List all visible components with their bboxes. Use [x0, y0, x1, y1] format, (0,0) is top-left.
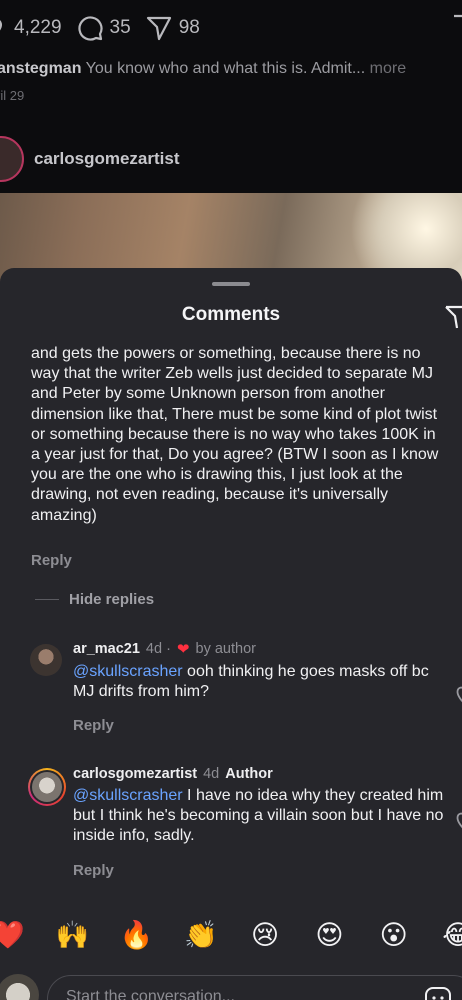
- reply-time: 4d: [203, 766, 220, 782]
- fire-emoji-button[interactable]: 🔥: [117, 916, 157, 956]
- comment-count: 35: [109, 17, 131, 38]
- reply-body: ar_mac21 4d · ❤ by author @skullscrasher…: [73, 640, 453, 735]
- reply-item: carlosgomezartist 4d Author @skullscrash…: [28, 766, 462, 886]
- comment-text: and gets the powers or something, becaus…: [31, 345, 439, 524]
- sticker-icon[interactable]: [424, 986, 452, 1000]
- avatar[interactable]: [30, 644, 62, 676]
- surprised-face-emoji-button[interactable]: 😮: [374, 916, 414, 956]
- reply-text: @skullscrasher I have no idea why they c…: [73, 786, 453, 847]
- reply-header: ar_mac21 4d · ❤ by author: [73, 640, 453, 658]
- reply-username[interactable]: carlosgomezartist: [73, 766, 197, 782]
- avatar[interactable]: [0, 136, 24, 182]
- comment-stat[interactable]: 35: [76, 14, 131, 42]
- emoji-reaction-bar: ❤️ 🙌 🔥 👏 😢 😍 😮 😂: [0, 916, 462, 956]
- sheet-title: Comments: [181, 304, 281, 325]
- reply-text: @skullscrasher ooh thinking he goes mask…: [73, 662, 453, 702]
- laughing-emoji-button[interactable]: 😂: [438, 916, 462, 956]
- next-post-username[interactable]: carlosgomezartist: [34, 149, 180, 169]
- post-stats: 4,229 35 98: [0, 14, 200, 42]
- post-caption: anstegman You know who and what this is.…: [0, 60, 462, 78]
- heart-outline-icon[interactable]: [453, 812, 462, 830]
- reply-time: 4d ·: [145, 641, 171, 657]
- caption-username[interactable]: anstegman: [0, 60, 81, 77]
- send-icon[interactable]: [444, 302, 462, 330]
- raising-hands-emoji-button[interactable]: 🙌: [52, 916, 92, 956]
- comment-input-box[interactable]: [47, 975, 462, 1000]
- avatar-inner: [30, 770, 64, 804]
- mention-link[interactable]: @skullscrasher: [73, 787, 183, 804]
- mention-link[interactable]: @skullscrasher: [73, 663, 183, 680]
- comments-sheet: Comments and gets the powers or somethin…: [0, 268, 462, 1000]
- hide-replies-button[interactable]: Hide replies: [35, 591, 154, 608]
- send-icon: [146, 16, 171, 41]
- heart-outline-icon[interactable]: [453, 686, 462, 704]
- reply-item: ar_mac21 4d · ❤ by author @skullscrasher…: [30, 640, 462, 740]
- comment-input[interactable]: [66, 988, 406, 1000]
- liked-by-author-label: by author: [195, 641, 256, 657]
- next-post-header[interactable]: carlosgomezartist: [0, 136, 180, 182]
- reply-button[interactable]: Reply: [73, 717, 114, 734]
- replies-divider: [35, 599, 59, 600]
- avatar[interactable]: [28, 768, 66, 806]
- bookmark-icon[interactable]: [452, 14, 462, 40]
- heart-icon: ❤: [176, 640, 190, 658]
- comment-icon: [77, 16, 103, 41]
- reply-header: carlosgomezartist 4d Author: [73, 766, 453, 782]
- share-stat[interactable]: 98: [145, 14, 200, 42]
- reply-username[interactable]: ar_mac21: [73, 641, 140, 657]
- share-count: 98: [178, 17, 200, 38]
- red-heart-emoji-button[interactable]: ❤️: [0, 916, 28, 956]
- caption-text: You know who and what this is. Admit...: [81, 60, 366, 77]
- heart-icon: [0, 20, 2, 31]
- reply-button[interactable]: Reply: [73, 862, 114, 879]
- reply-body: carlosgomezartist 4d Author @skullscrash…: [73, 766, 453, 880]
- like-stat[interactable]: 4,229: [0, 16, 62, 40]
- clapping-hands-emoji-button[interactable]: 👏: [181, 916, 221, 956]
- background-post: 4,229 35 98 anstegman You know who and w…: [0, 0, 462, 283]
- caption-more-link[interactable]: more: [365, 60, 406, 77]
- post-date: ril 29: [0, 88, 25, 103]
- author-badge: Author: [225, 766, 273, 782]
- hide-replies-label: Hide replies: [69, 591, 155, 608]
- reply-button[interactable]: Reply: [31, 552, 72, 569]
- avatar-image: [32, 772, 62, 802]
- like-count: 4,229: [14, 17, 62, 38]
- heart-eyes-emoji-button[interactable]: 😍: [309, 916, 349, 956]
- sheet-grabber[interactable]: [212, 282, 250, 286]
- crying-face-emoji-button[interactable]: 😢: [245, 916, 285, 956]
